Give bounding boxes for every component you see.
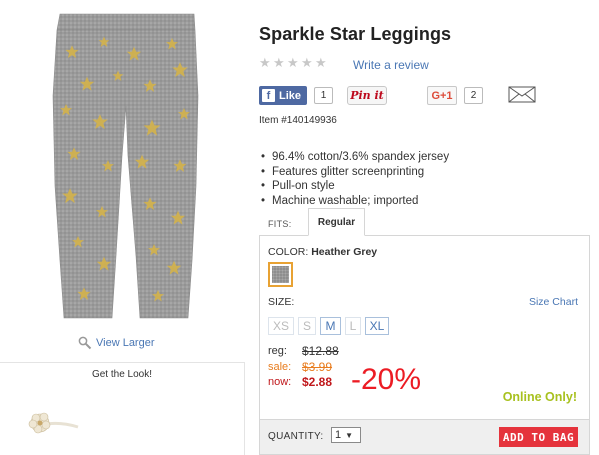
color-line: COLOR: Heather Grey — [268, 246, 377, 258]
view-larger[interactable]: View Larger — [78, 336, 155, 350]
product-title: Sparkle Star Leggings — [259, 24, 452, 44]
size-xs: XS — [268, 317, 294, 335]
star-icon: ★ — [287, 55, 299, 70]
now-price-row: now: $2.88 — [268, 375, 339, 391]
like-label: Like — [279, 89, 302, 102]
quantity-select[interactable]: 1 ▼ — [331, 427, 361, 443]
sale-label: sale: — [268, 360, 292, 373]
feature-item: Pull-on style — [259, 179, 449, 194]
get-the-look-panel: Get the Look! — [0, 362, 245, 455]
social-bar: f Like 1 Pin it G+1 2 — [259, 84, 589, 106]
size-xl[interactable]: XL — [365, 317, 389, 335]
star-icon: ★ — [301, 55, 313, 70]
quantity-value: 1 — [335, 429, 342, 441]
size-s: S — [298, 317, 316, 335]
color-value: Heather Grey — [311, 246, 378, 258]
star-icon: ★ — [315, 55, 327, 70]
feature-item: 96.4% cotton/3.6% spandex jersey — [259, 150, 449, 165]
star-icon: ★ — [273, 55, 285, 70]
discount-badge: -20% — [351, 363, 422, 396]
reg-label: reg: — [268, 345, 287, 357]
size-l: L — [345, 317, 361, 335]
google-plus-button[interactable]: G+1 — [427, 86, 457, 105]
online-only-badge: Online Only! — [502, 390, 577, 404]
fits-label: FITS: — [268, 219, 292, 229]
look-item-thumbnail[interactable] — [28, 405, 80, 441]
product-image[interactable] — [22, 6, 232, 326]
feature-item: Features glitter screenprinting — [259, 165, 449, 180]
quantity-label: QUANTITY: — [268, 431, 324, 442]
write-review-link[interactable]: Write a review — [353, 58, 429, 72]
feature-list: 96.4% cotton/3.6% spandex jersey Feature… — [259, 150, 449, 208]
email-icon[interactable] — [508, 84, 536, 104]
price-block: reg: $12.88 sale: $3.99 now: $2.88 — [268, 344, 339, 391]
feature-item: Machine washable; imported — [259, 194, 449, 209]
tab-regular[interactable]: Regular — [308, 208, 365, 236]
color-swatch-heather-grey[interactable] — [268, 262, 293, 287]
facebook-icon: f — [262, 89, 275, 102]
size-label: SIZE: — [268, 296, 295, 308]
chevron-down-icon: ▼ — [345, 430, 354, 440]
size-chart-link[interactable]: Size Chart — [529, 296, 578, 308]
like-count: 1 — [314, 87, 333, 104]
now-label: now: — [268, 376, 292, 388]
purchase-panel: COLOR: Heather Grey SIZE: Size Chart XS … — [259, 235, 590, 420]
facebook-like-button[interactable]: f Like — [259, 86, 307, 105]
reg-price-row: reg: $12.88 — [268, 344, 339, 360]
size-options: XS S M L XL — [268, 317, 389, 335]
get-the-look-title: Get the Look! — [91, 369, 153, 380]
rating-stars: ★ ★ ★ ★ ★ — [259, 55, 328, 70]
reg-price: $12.88 — [302, 344, 339, 358]
quantity-bar: QUANTITY: 1 ▼ ADD TO BAG — [259, 420, 590, 455]
magnifier-icon — [78, 336, 92, 350]
add-to-bag-button[interactable]: ADD TO BAG — [499, 427, 578, 447]
view-larger-link[interactable]: View Larger — [96, 337, 155, 349]
color-label: COLOR: — [268, 246, 309, 258]
size-m[interactable]: M — [320, 317, 341, 335]
pinterest-button[interactable]: Pin it — [347, 86, 387, 105]
star-icon: ★ — [259, 55, 271, 70]
sale-price: $3.99 — [302, 359, 333, 374]
gplus-count: 2 — [464, 87, 483, 104]
now-price: $2.88 — [302, 375, 333, 389]
item-number: Item #140149936 — [259, 115, 337, 126]
sale-price-row: sale: $3.99 — [268, 360, 339, 376]
